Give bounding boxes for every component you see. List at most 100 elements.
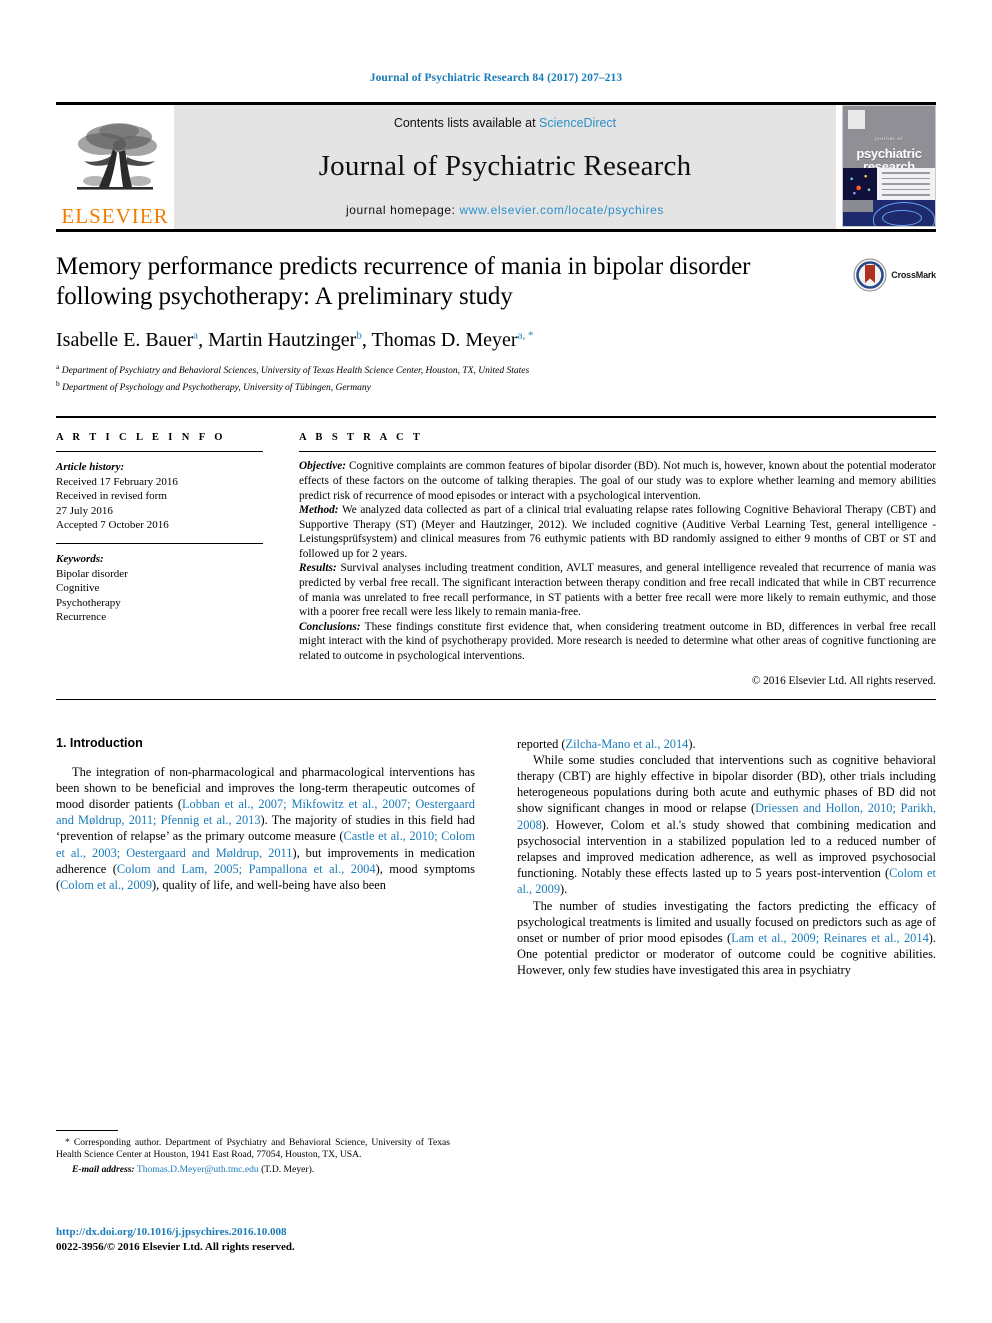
journal-masthead: ELSEVIER Contents lists available at Sci…: [56, 102, 936, 229]
abstract-section: Results: Survival analyses including tre…: [299, 561, 936, 619]
homepage-prefix: journal homepage:: [345, 203, 460, 217]
keyword-item: Recurrence: [56, 610, 107, 623]
abstract-section: Objective: Cognitive complaints are comm…: [299, 459, 936, 503]
sciencedirect-link[interactable]: ScienceDirect: [539, 116, 616, 130]
article-info-heading: A R T I C L E I N F O: [56, 432, 226, 444]
affiliation-mark: a: [56, 362, 60, 371]
page-title: Memory performance predicts recurrence o…: [56, 253, 751, 310]
author-list: Isabelle E. Bauera, Martin Hautzingerb, …: [56, 329, 534, 351]
affiliation-list: a Department of Psychiatry and Behaviora…: [56, 361, 822, 394]
author-name: Isabelle E. Bauer: [56, 329, 194, 351]
body-column-right: reported (Zilcha-Mano et al., 2014). Whi…: [517, 736, 936, 979]
article-info-rule: [56, 451, 263, 453]
history-item: 27 July 2016: [56, 504, 113, 517]
email-suffix: (T.D. Meyer).: [258, 1164, 315, 1176]
article-page: Journal of Psychiatric Research 84 (2017…: [0, 0, 992, 1323]
history-item: Accepted 7 October 2016: [56, 518, 169, 531]
article-history-label: Article history:: [56, 461, 125, 474]
keyword-item: Bipolar disorder: [56, 567, 128, 580]
author-name: Thomas D. Meyer: [371, 329, 518, 351]
elsevier-wordmark: ELSEVIER: [61, 204, 169, 228]
corresponding-author-note: * Corresponding author. Department of Ps…: [56, 1137, 450, 1161]
journal-banner: Contents lists available at ScienceDirec…: [174, 105, 836, 229]
keywords-label: Keywords:: [56, 553, 104, 566]
body-columns: 1. Introduction The integration of non-p…: [56, 736, 936, 979]
citation-link[interactable]: Colom et al., 2009: [60, 878, 152, 892]
elsevier-tree-icon: [77, 123, 157, 190]
article-info-column: A R T I C L E I N F O Article history: R…: [56, 432, 299, 686]
citation-link[interactable]: Lam et al., 2009; Reinares et al., 2014: [731, 931, 929, 945]
journal-title: Journal of Psychiatric Research: [318, 150, 692, 182]
author-affil-mark: a: [193, 329, 199, 342]
citation-link[interactable]: Castle et al., 2010; Colom et al., 2003;…: [56, 829, 475, 859]
cover-image: journal of psychiatric research: [842, 105, 936, 227]
cover-text-panel: [877, 168, 935, 200]
body-column-left: 1. Introduction The integration of non-p…: [56, 736, 475, 979]
doi-link[interactable]: http://dx.doi.org/10.1016/j.jpsychires.2…: [56, 1226, 287, 1238]
homepage-url-link[interactable]: www.elsevier.com/locate/psychires: [460, 203, 665, 217]
history-item: Received in revised form: [56, 490, 167, 503]
intro-paragraph: The number of studies investigating the …: [517, 898, 936, 978]
citation-link[interactable]: Zilcha-Mano et al., 2014: [566, 737, 689, 751]
crossmark-icon: [853, 258, 887, 292]
history-item: Received 17 February 2016: [56, 475, 178, 488]
abstract-rule: [299, 451, 936, 453]
doi-block: http://dx.doi.org/10.1016/j.jpsychires.2…: [56, 1222, 476, 1253]
author-affil-mark: b: [356, 329, 362, 342]
abstract-section-text: Cognitive complaints are common features…: [299, 460, 936, 502]
abstract-section-label: Objective:: [299, 460, 347, 473]
abstract-section-label: Conclusions:: [299, 620, 361, 633]
email-label: E-mail address:: [72, 1164, 135, 1176]
abstract-section-label: Results:: [299, 562, 337, 575]
abstract-section-text: Survival analyses including treatment co…: [299, 562, 936, 619]
footnote-rule: [56, 1130, 118, 1131]
keywords-rule: [56, 543, 263, 545]
running-head: Journal of Psychiatric Research 84 (2017…: [369, 72, 623, 84]
cover-scan-dots-icon: [846, 171, 874, 197]
title-block: Memory performance predicts recurrence o…: [56, 232, 936, 394]
abstract-section: Conclusions: These findings constitute f…: [299, 620, 936, 664]
info-abstract-region: A R T I C L E I N F O Article history: R…: [56, 418, 936, 687]
citation-link[interactable]: Colom et al., 2009: [517, 866, 936, 896]
article-history-block: Article history: Received 17 February 20…: [56, 460, 263, 532]
cover-overline: journal of: [874, 136, 904, 141]
author-name: Martin Hautzinger: [208, 329, 357, 351]
homepage-line: journal homepage: www.elsevier.com/locat…: [346, 203, 664, 217]
keyword-item: Cognitive: [56, 582, 100, 595]
abstract-bottom-rule: [56, 698, 936, 700]
citation-link[interactable]: Lobban et al., 2007; Mikfowitz et al., 2…: [56, 797, 475, 827]
intro-paragraph: While some studies concluded that interv…: [517, 752, 936, 897]
author-item: Isabelle E. Bauera: [56, 329, 198, 351]
cover-elsevier-mark-icon: [848, 110, 865, 129]
author-item: Martin Hautzingerb: [208, 329, 362, 351]
affiliation-text: Department of Psychology and Psychothera…: [62, 382, 371, 393]
intro-paragraph: reported (Zilcha-Mano et al., 2014).: [517, 736, 696, 751]
journal-cover-thumb: journal of psychiatric research: [836, 105, 936, 229]
abstract-section-text: These findings constitute first evidence…: [299, 620, 936, 663]
cover-scan-panel: [843, 168, 877, 200]
citation-link[interactable]: Driessen and Hollon, 2010; Parikh, 2008: [517, 801, 936, 831]
intro-paragraph: The integration of non-pharmacological a…: [56, 764, 476, 893]
email-note: E-mail address: Thomas.D.Meyer@uth.tmc.e…: [56, 1164, 450, 1176]
copyright-line: © 2016 Elsevier Ltd. All rights reserved…: [751, 674, 936, 687]
keyword-item: Psychotherapy: [56, 596, 121, 609]
contents-prefix: Contents lists available at: [393, 116, 540, 130]
affiliation-text: Department of Psychiatry and Behavioral …: [61, 366, 530, 377]
crossmark-badge[interactable]: CrossMark: [836, 252, 936, 292]
email-link[interactable]: Thomas.D.Meyer@uth.tmc.edu: [137, 1164, 259, 1175]
issn-copyright-line: 0022-3956/© 2016 Elsevier Ltd. All right…: [56, 1241, 295, 1253]
crossmark-label: CrossMark: [891, 270, 936, 280]
author-item: Thomas D. Meyera, *: [371, 329, 533, 351]
cover-title: journal of psychiatric research: [843, 132, 935, 173]
affiliation-item: b Department of Psychology and Psychothe…: [56, 378, 822, 395]
section-heading-introduction: 1. Introduction: [56, 735, 143, 750]
contents-line: Contents lists available at ScienceDirec…: [394, 116, 616, 130]
abstract-column: A B S T R A C T Objective: Cognitive com…: [299, 432, 936, 687]
citation-link[interactable]: Colom and Lam, 2005; Pampallona et al., …: [117, 862, 376, 876]
abstract-section: Method: We analyzed data collected as pa…: [299, 503, 936, 561]
elsevier-logo: ELSEVIER: [56, 105, 174, 229]
footnote-block: * Corresponding author. Department of Ps…: [56, 1130, 450, 1177]
affiliation-item: a Department of Psychiatry and Behaviora…: [56, 361, 822, 378]
author-affil-mark: a, *: [517, 329, 534, 342]
abstract-heading: A B S T R A C T: [299, 432, 424, 444]
